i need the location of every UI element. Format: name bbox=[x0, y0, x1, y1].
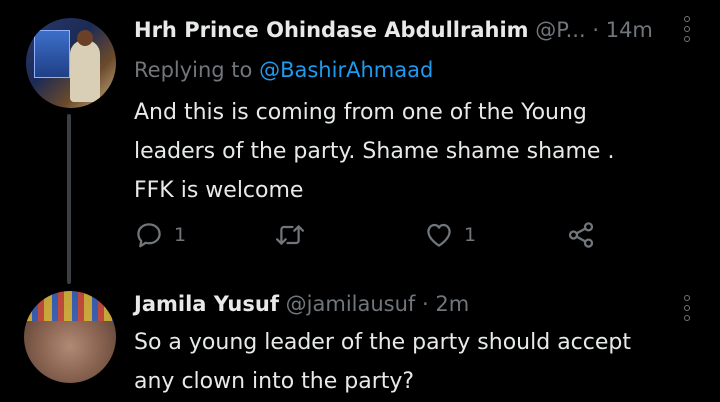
avatar-photo-person bbox=[70, 40, 100, 102]
replying-prefix: Replying to bbox=[134, 58, 260, 82]
like-button[interactable]: 1 bbox=[424, 220, 476, 250]
avatar[interactable] bbox=[24, 291, 116, 383]
tweet-1[interactable]: Hrh Prince Ohindase Abdullrahim @P... · … bbox=[0, 0, 720, 284]
separator-dot: · bbox=[592, 18, 600, 42]
tweet-text: And this is coming from one of the Young… bbox=[134, 100, 615, 203]
retweet-button[interactable] bbox=[274, 220, 316, 250]
reply-button[interactable]: 1 bbox=[134, 220, 186, 250]
replying-to: Replying to @BashirAhmaad bbox=[134, 58, 433, 82]
tweet-2[interactable]: Jamila Yusuf @jamilausuf · 2m So a young… bbox=[0, 275, 720, 402]
share-button[interactable] bbox=[566, 220, 596, 250]
tweet-header: Hrh Prince Ohindase Abdullrahim @P... · … bbox=[134, 18, 653, 42]
mention-link[interactable]: @BashirAhmaad bbox=[259, 58, 433, 82]
share-icon bbox=[568, 222, 594, 248]
tweet-header: Jamila Yusuf @jamilausuf · 2m bbox=[134, 292, 469, 316]
separator-dot: · bbox=[422, 292, 429, 316]
avatar-photo-screen bbox=[34, 30, 70, 78]
action-bar: 1 1 bbox=[134, 220, 614, 254]
reply-icon bbox=[137, 223, 161, 248]
timestamp[interactable]: 2m bbox=[435, 292, 469, 316]
user-handle[interactable]: @P... bbox=[535, 18, 585, 42]
avatar-photo-headscarf bbox=[24, 291, 116, 321]
thread-line bbox=[67, 114, 71, 284]
like-count: 1 bbox=[464, 224, 477, 246]
avatar[interactable] bbox=[26, 18, 116, 108]
display-name[interactable]: Hrh Prince Ohindase Abdullrahim bbox=[134, 18, 529, 42]
more-vertical-icon[interactable] bbox=[682, 16, 692, 42]
user-handle[interactable]: @jamilausuf bbox=[286, 292, 416, 316]
tweet-text: So a young leader of the party should ac… bbox=[134, 330, 631, 394]
more-vertical-icon[interactable] bbox=[682, 295, 692, 321]
retweet-icon bbox=[275, 225, 305, 245]
timestamp[interactable]: 14m bbox=[606, 18, 653, 42]
avatar-photo-head bbox=[77, 30, 93, 46]
reply-count: 1 bbox=[174, 224, 187, 246]
heart-icon bbox=[427, 223, 451, 247]
display-name[interactable]: Jamila Yusuf bbox=[134, 292, 279, 316]
